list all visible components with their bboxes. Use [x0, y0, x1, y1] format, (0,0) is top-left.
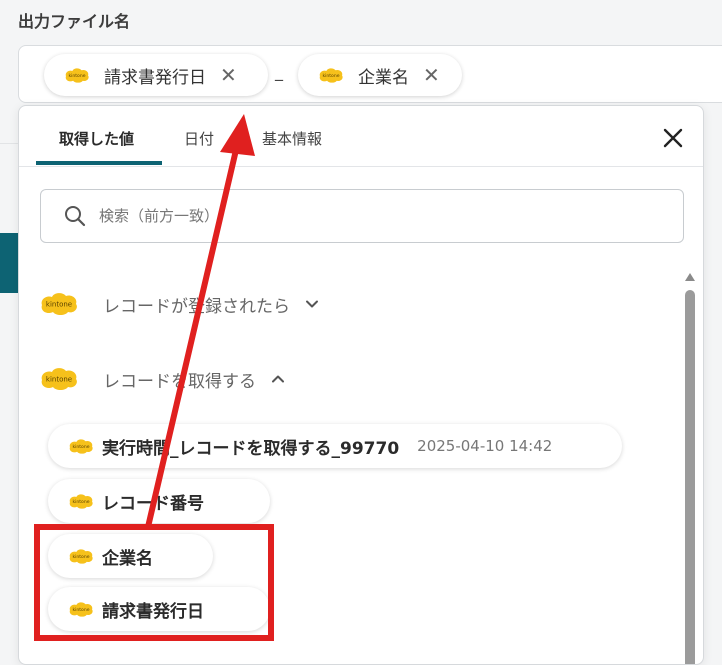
section-label: レコードを取得する — [103, 371, 256, 392]
tab-acquired-values[interactable]: 取得した値 — [59, 128, 134, 149]
kintone-logo-icon: kintone — [69, 601, 93, 617]
chip-company-name[interactable]: kintone 企業名 ✕ — [298, 54, 462, 96]
kintone-logo-icon: kintone — [69, 548, 93, 564]
chip-invoice-date[interactable]: kintone 請求書発行日 ✕ — [44, 54, 268, 96]
tab-bar: 取得した値 日付 基本情報 — [19, 106, 703, 167]
close-icon[interactable]: ✕ — [220, 65, 237, 85]
kintone-logo-icon: kintone — [69, 438, 93, 454]
section-record-registered[interactable]: kintone レコードが登録されたら — [39, 291, 320, 317]
background-button-edge — [0, 233, 18, 293]
kintone-logo-icon: kintone — [41, 368, 77, 390]
svg-text:kintone: kintone — [323, 73, 340, 79]
tab-basic-info[interactable]: 基本情報 — [262, 128, 322, 149]
active-tab-indicator — [36, 161, 162, 165]
search-box — [40, 189, 684, 243]
value-item-company-name[interactable]: kintone 企業名 — [48, 534, 213, 578]
kintone-logo-icon: kintone — [69, 493, 93, 509]
tab-date[interactable]: 日付 — [184, 128, 214, 149]
close-icon[interactable]: ✕ — [423, 65, 440, 85]
value-item-invoice-date[interactable]: kintone 請求書発行日 — [48, 587, 270, 631]
svg-text:kintone: kintone — [73, 444, 90, 450]
chevron-down-icon[interactable] — [304, 296, 320, 312]
svg-text:kintone: kintone — [69, 73, 86, 79]
svg-text:kintone: kintone — [46, 301, 72, 309]
search-input[interactable] — [97, 206, 661, 226]
item-name: 請求書発行日 — [102, 601, 204, 622]
chevron-up-icon[interactable] — [270, 371, 286, 387]
chip-label: 請求書発行日 — [104, 67, 206, 88]
value-item-record-number[interactable]: kintone レコード番号 — [48, 479, 270, 523]
value-item-execution-time[interactable]: kintone 実行時間_レコードを取得する_99770 2025-04-10 … — [48, 424, 622, 468]
svg-text:kintone: kintone — [73, 554, 90, 560]
kintone-logo-icon: kintone — [65, 67, 89, 83]
chip-label: 企業名 — [358, 67, 409, 88]
scroll-up-arrow-icon[interactable] — [684, 272, 696, 282]
item-name: 企業名 — [102, 548, 153, 569]
section-label: レコードが登録されたら — [103, 296, 290, 317]
svg-text:kintone: kintone — [46, 376, 72, 384]
search-icon — [65, 206, 86, 227]
output-file-name-label: 出力ファイル名 — [18, 12, 131, 31]
divider — [0, 143, 18, 144]
svg-text:kintone: kintone — [73, 499, 90, 505]
separator-text: _ — [275, 62, 283, 81]
scrollbar-thumb[interactable] — [685, 290, 695, 664]
kintone-logo-icon: kintone — [319, 67, 343, 83]
kintone-logo-icon: kintone — [41, 293, 77, 315]
item-name: 実行時間_レコードを取得する_99770 — [102, 438, 400, 459]
section-get-record[interactable]: kintone レコードを取得する — [39, 366, 286, 392]
close-icon[interactable] — [659, 124, 687, 152]
item-value: 2025-04-10 14:42 — [417, 437, 553, 455]
svg-text:kintone: kintone — [73, 607, 90, 613]
item-name: レコード番号 — [102, 493, 204, 514]
value-picker-panel: 取得した値 日付 基本情報 kintone レコードが登録されたら kinton… — [18, 105, 704, 665]
